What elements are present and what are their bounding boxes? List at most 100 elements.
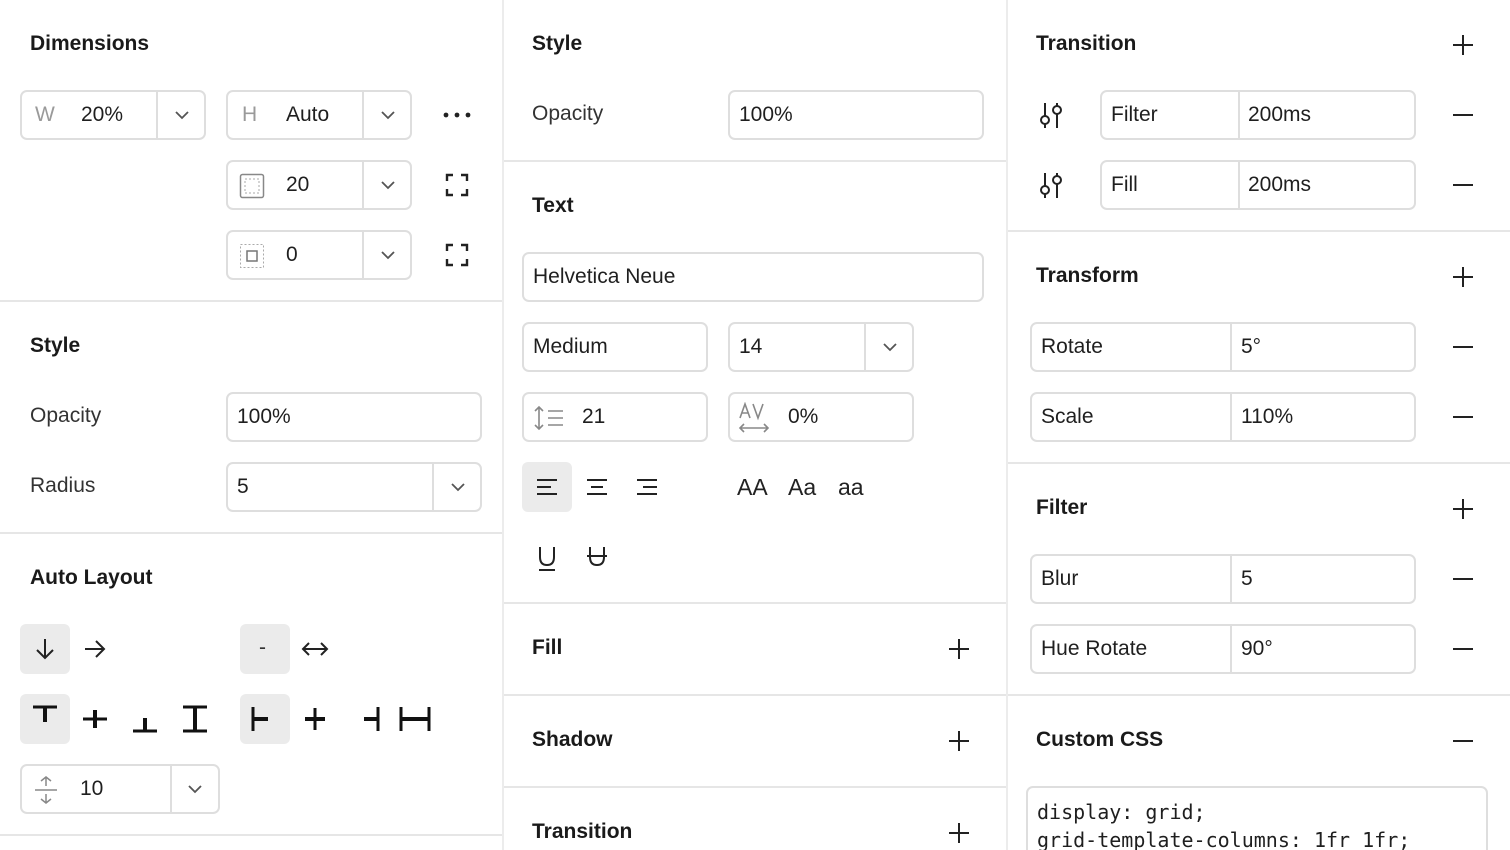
margin-value[interactable]: 0 xyxy=(286,243,298,267)
css-line: display: grid; xyxy=(1037,800,1206,824)
transition-property[interactable]: Fill xyxy=(1111,173,1138,197)
add-transition-icon[interactable] xyxy=(947,821,971,845)
transform-title: Transform xyxy=(1036,264,1139,287)
section-divider xyxy=(1008,230,1510,232)
add-transition-icon[interactable] xyxy=(1451,33,1475,57)
section-divider xyxy=(504,602,1006,604)
filter-value[interactable]: 90° xyxy=(1241,637,1273,661)
remove-filter-icon[interactable] xyxy=(1451,639,1475,659)
radius-field[interactable]: 5 xyxy=(226,462,482,512)
transform-property[interactable]: Scale xyxy=(1041,405,1094,429)
filter-row[interactable]: Blur 5 xyxy=(1030,554,1416,604)
arrow-right-icon[interactable] xyxy=(83,637,107,661)
transition-duration[interactable]: 200ms xyxy=(1248,103,1311,127)
align-stretch-icon[interactable] xyxy=(181,704,209,734)
field-separator xyxy=(1238,92,1240,138)
transition-row[interactable]: Fill 200ms xyxy=(1100,160,1416,210)
add-fill-icon[interactable] xyxy=(947,637,971,661)
radius-value[interactable]: 5 xyxy=(237,475,249,499)
chevron-down-icon[interactable] xyxy=(381,180,395,190)
font-weight-input[interactable]: Medium xyxy=(522,322,708,372)
justify-center-icon[interactable] xyxy=(300,704,330,734)
align-bottom-icon[interactable] xyxy=(131,704,159,734)
transform-row[interactable]: Scale 110% xyxy=(1030,392,1416,442)
remove-transition-icon[interactable] xyxy=(1451,105,1475,125)
add-shadow-icon[interactable] xyxy=(947,729,971,753)
align-center-icon[interactable] xyxy=(81,704,109,734)
field-separator xyxy=(1230,556,1232,602)
custom-css-title: Custom CSS xyxy=(1036,728,1164,751)
transition-settings-icon[interactable] xyxy=(1038,171,1064,199)
font-weight-value[interactable]: Medium xyxy=(533,335,608,359)
chevron-down-icon[interactable] xyxy=(451,482,465,492)
opacity-input[interactable]: 100% xyxy=(226,392,482,442)
space-between-icon[interactable] xyxy=(301,637,329,661)
transition-title: Transition xyxy=(532,820,633,843)
chevron-down-icon[interactable] xyxy=(381,250,395,260)
remove-transform-icon[interactable] xyxy=(1451,407,1475,427)
opacity-value[interactable]: 100% xyxy=(739,103,793,127)
section-divider xyxy=(0,300,502,302)
filter-row[interactable]: Hue Rotate 90° xyxy=(1030,624,1416,674)
titlecase-button[interactable]: Aa xyxy=(788,474,816,501)
gap-field[interactable]: 10 xyxy=(20,764,220,814)
height-prefix: H xyxy=(242,103,258,126)
transition-property[interactable]: Filter xyxy=(1111,103,1158,127)
uppercase-button[interactable]: AA xyxy=(737,474,768,501)
align-right-icon[interactable] xyxy=(635,477,659,497)
font-size-value[interactable]: 14 xyxy=(739,335,762,359)
justify-stretch-icon[interactable] xyxy=(398,704,432,734)
filter-property[interactable]: Blur xyxy=(1041,567,1078,591)
filter-value[interactable]: 5 xyxy=(1241,567,1253,591)
transform-row[interactable]: Rotate 5° xyxy=(1030,322,1416,372)
strikethrough-icon[interactable] xyxy=(586,544,608,572)
height-value[interactable]: Auto xyxy=(286,103,329,127)
section-divider xyxy=(1008,462,1510,464)
width-value[interactable]: 20% xyxy=(81,103,123,127)
height-field[interactable]: H Auto xyxy=(226,90,412,140)
margin-field[interactable]: 0 xyxy=(226,230,412,280)
remove-transform-icon[interactable] xyxy=(1451,337,1475,357)
width-field[interactable]: W 20% xyxy=(20,90,206,140)
padding-field[interactable]: 20 xyxy=(226,160,412,210)
justify-end-icon[interactable] xyxy=(358,704,388,734)
chevron-down-icon[interactable] xyxy=(188,784,202,794)
shadow-title: Shadow xyxy=(532,728,613,751)
gap-value[interactable]: 10 xyxy=(80,777,103,801)
chevron-down-icon[interactable] xyxy=(175,110,189,120)
transition-row[interactable]: Filter 200ms xyxy=(1100,90,1416,140)
add-transform-icon[interactable] xyxy=(1451,265,1475,289)
expand-margin-icon[interactable] xyxy=(445,243,469,267)
remove-transition-icon[interactable] xyxy=(1451,175,1475,195)
line-height-value[interactable]: 21 xyxy=(582,405,605,429)
expand-padding-icon[interactable] xyxy=(445,173,469,197)
more-options-icon[interactable] xyxy=(442,107,472,123)
transform-property[interactable]: Rotate xyxy=(1041,335,1103,359)
align-center-icon[interactable] xyxy=(585,477,609,497)
remove-filter-icon[interactable] xyxy=(1451,569,1475,589)
line-height-field[interactable]: 21 xyxy=(522,392,708,442)
chevron-down-icon[interactable] xyxy=(381,110,395,120)
chevron-down-icon[interactable] xyxy=(883,342,897,352)
add-filter-icon[interactable] xyxy=(1451,497,1475,521)
custom-css-editor[interactable]: display: grid; grid-template-columns: 1f… xyxy=(1026,786,1488,850)
collapse-custom-css-icon[interactable] xyxy=(1451,731,1475,751)
opacity-input[interactable]: 100% xyxy=(728,90,984,140)
filter-property[interactable]: Hue Rotate xyxy=(1041,637,1147,661)
transform-value[interactable]: 5° xyxy=(1241,335,1261,359)
letter-spacing-value[interactable]: 0% xyxy=(788,405,818,429)
font-family-input[interactable]: Helvetica Neue xyxy=(522,252,984,302)
transform-value[interactable]: 110% xyxy=(1241,405,1293,429)
letter-spacing-field[interactable]: 0% xyxy=(728,392,914,442)
underline-icon[interactable] xyxy=(536,544,558,572)
field-separator xyxy=(432,464,434,510)
transition-duration[interactable]: 200ms xyxy=(1248,173,1311,197)
padding-value[interactable]: 20 xyxy=(286,173,309,197)
font-size-field[interactable]: 14 xyxy=(728,322,914,372)
font-family-value[interactable]: Helvetica Neue xyxy=(533,265,675,289)
opacity-value[interactable]: 100% xyxy=(237,405,291,429)
field-separator xyxy=(170,766,172,812)
lowercase-button[interactable]: aa xyxy=(838,474,864,501)
transition-settings-icon[interactable] xyxy=(1038,101,1064,129)
align-left-icon xyxy=(537,479,557,495)
